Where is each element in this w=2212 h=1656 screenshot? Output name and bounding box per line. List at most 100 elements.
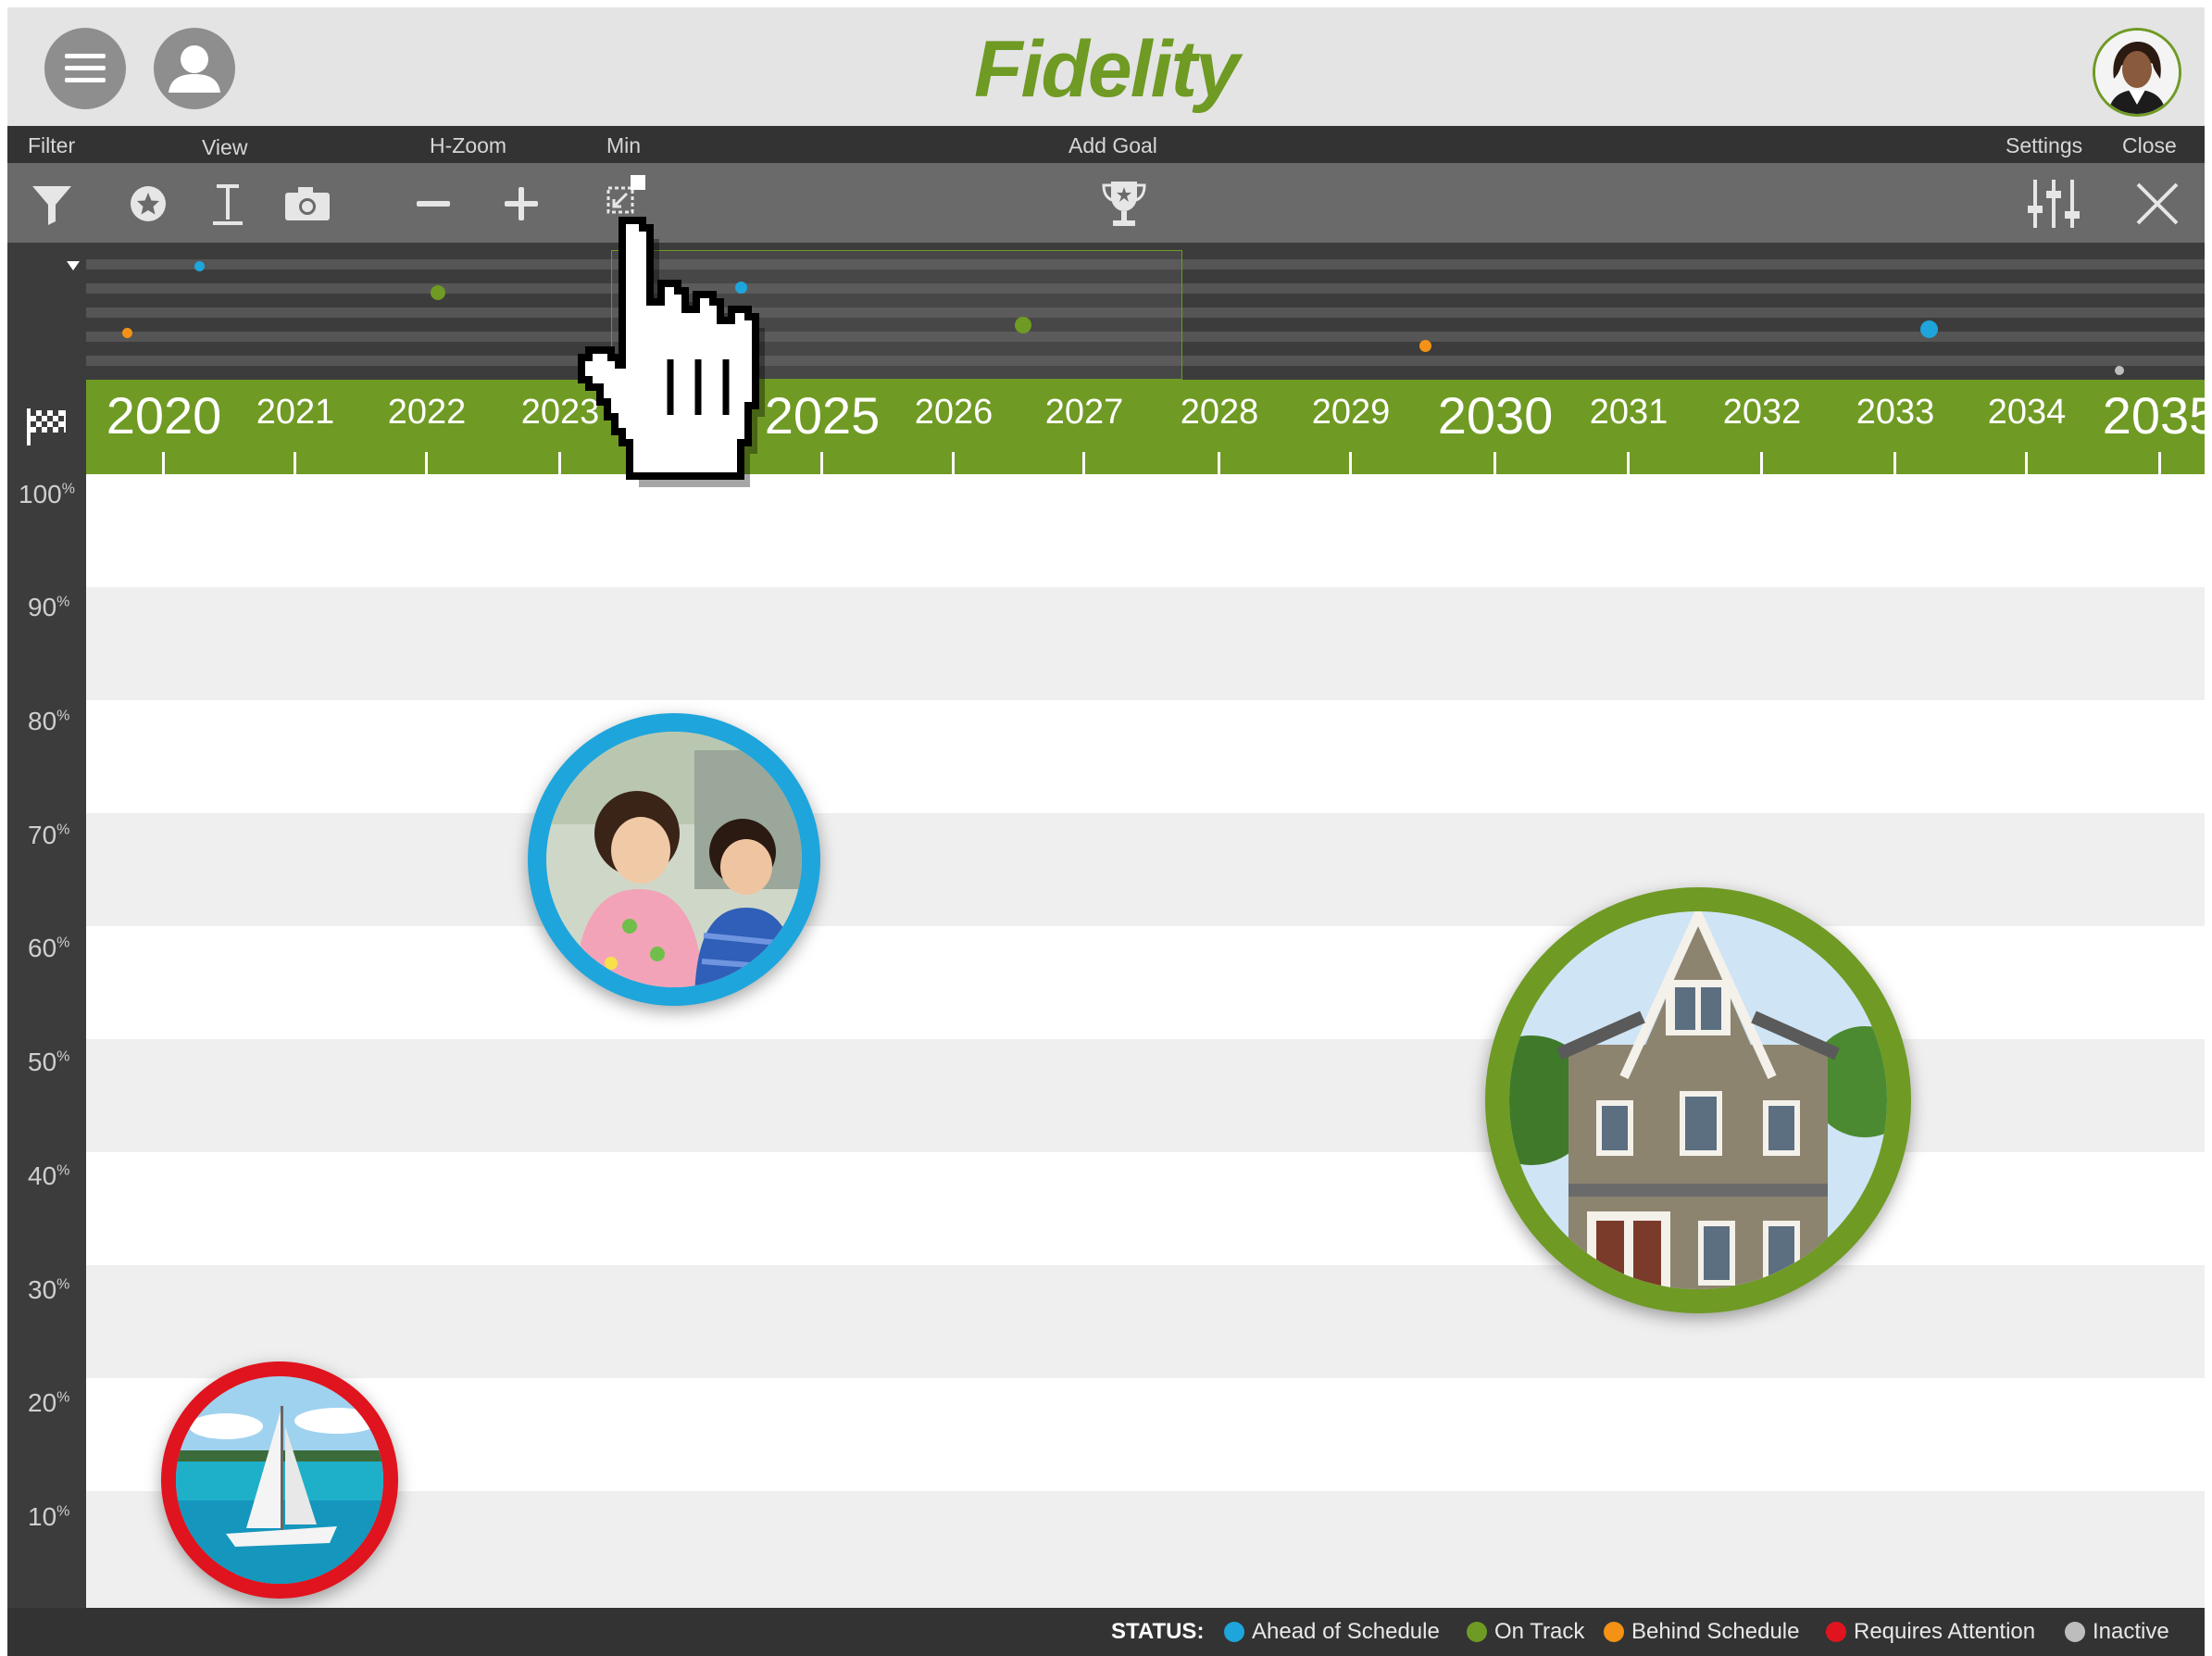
filter-label: Filter <box>28 133 76 157</box>
y-label-60: 60% <box>28 934 70 962</box>
overview-goal-dot <box>431 285 445 300</box>
hzoom-label: H-Zoom <box>430 133 507 157</box>
legend-label: Requires Attention <box>1854 1619 2036 1644</box>
year-label-2027: 2027 <box>1044 393 1124 432</box>
legend-item-on-track: On Track <box>1467 1619 1584 1645</box>
overview-goal-dot <box>2115 366 2124 375</box>
y-label-100: 100% <box>19 480 75 508</box>
year-label-2020: 2020 <box>106 386 222 445</box>
grid-band <box>86 474 2205 587</box>
y-label-50: 50% <box>28 1048 70 1076</box>
year-tick <box>2025 452 2028 474</box>
close-button[interactable] <box>2131 178 2183 230</box>
camera-icon <box>285 187 330 220</box>
grid-band <box>86 1491 2205 1608</box>
year-label-2026: 2026 <box>914 393 994 432</box>
year-tick <box>558 452 561 474</box>
view-text-button[interactable] <box>202 178 254 230</box>
timeline-year-axis[interactable]: 2020 2021 2022 2023 2024 2025 2026 2027 … <box>86 380 2205 474</box>
grid-band <box>86 1378 2205 1491</box>
view-photo-button[interactable] <box>281 178 333 230</box>
collapse-triangle-icon[interactable] <box>65 259 81 272</box>
settings-label: Settings <box>2006 133 2083 157</box>
year-label-2035: 2035 <box>2102 386 2205 445</box>
view-label: View <box>202 135 248 159</box>
year-label-2025: 2025 <box>764 386 881 445</box>
settings-button[interactable] <box>2024 178 2083 230</box>
year-tick <box>1627 452 1630 474</box>
minimize-icon <box>606 175 645 214</box>
view-favorites-button[interactable] <box>122 178 174 230</box>
overview-goal-dot <box>1920 320 1938 338</box>
finish-flag-cell[interactable] <box>7 380 86 474</box>
year-label-2034: 2034 <box>1987 393 2067 432</box>
y-label-70: 70% <box>28 821 70 849</box>
sailboat-photo <box>176 1376 383 1584</box>
legend-label: Behind Schedule <box>1631 1619 1800 1644</box>
grid-band <box>86 587 2205 700</box>
star-badge-icon <box>131 186 166 221</box>
legend-item-behind: Behind Schedule <box>1604 1619 1799 1645</box>
legend-item-inactive: Inactive <box>2065 1619 2169 1645</box>
y-label-30: 30% <box>28 1275 70 1304</box>
grid-band <box>86 813 2205 926</box>
trophy-icon <box>1102 182 1146 226</box>
year-label-2031: 2031 <box>1589 393 1668 432</box>
year-tick <box>1349 452 1352 474</box>
grid-band <box>86 700 2205 813</box>
legend-item-requires-attention: Requires Attention <box>1826 1619 2035 1645</box>
year-tick <box>1218 452 1220 474</box>
year-tick <box>1760 452 1763 474</box>
text-cursor-icon <box>213 184 243 225</box>
y-label-10: 10% <box>28 1502 70 1531</box>
timeline-overview[interactable] <box>7 243 2205 380</box>
status-legend-title: STATUS: <box>1111 1619 1205 1644</box>
overview-goal-dot <box>122 328 132 338</box>
year-label-2028: 2028 <box>1180 393 1259 432</box>
legend-label: On Track <box>1494 1619 1585 1644</box>
status-dot <box>1604 1622 1624 1642</box>
year-tick <box>425 452 428 474</box>
year-label-2029: 2029 <box>1311 393 1391 432</box>
sailboat-goal[interactable] <box>161 1361 398 1599</box>
y-label-20: 20% <box>28 1388 70 1417</box>
min-label: Min <box>606 133 642 157</box>
zoom-out-button[interactable] <box>407 178 459 230</box>
add-goal-button[interactable] <box>1098 178 1150 230</box>
y-label-40: 40% <box>28 1161 70 1190</box>
y-label-90: 90% <box>28 593 70 621</box>
close-icon <box>2136 182 2179 225</box>
zoom-in-button[interactable] <box>495 178 547 230</box>
close-label: Close <box>2122 133 2177 157</box>
legend-label: Inactive <box>2093 1619 2169 1644</box>
year-tick <box>2158 452 2161 474</box>
year-tick <box>1082 452 1085 474</box>
year-tick <box>952 452 955 474</box>
year-label-2032: 2032 <box>1722 393 1802 432</box>
app-header: Fidelity <box>7 7 2205 126</box>
status-dot <box>1826 1622 1846 1642</box>
house-goal[interactable] <box>1485 887 1911 1313</box>
fidelity-logo: Fidelity <box>973 25 1240 114</box>
year-tick <box>294 452 296 474</box>
children-photo <box>546 732 802 987</box>
year-tick <box>1893 452 1896 474</box>
overview-goal-dot <box>194 261 205 271</box>
filter-icon <box>32 186 71 225</box>
legend-item-ahead: Ahead of Schedule <box>1224 1619 1440 1645</box>
pointing-hand-cursor-icon <box>578 217 765 487</box>
children-goal[interactable] <box>528 713 820 1006</box>
minus-icon <box>417 201 450 207</box>
filter-button[interactable] <box>26 178 78 230</box>
year-tick <box>162 452 165 474</box>
year-tick <box>1493 452 1496 474</box>
year-label-2030: 2030 <box>1437 386 1554 445</box>
status-dot <box>1224 1622 1244 1642</box>
profile-avatar[interactable] <box>2093 28 2181 117</box>
year-tick <box>820 452 823 474</box>
percent-axis <box>7 474 86 1608</box>
plus-icon <box>505 187 538 220</box>
year-label-2021: 2021 <box>256 393 335 432</box>
sliders-icon <box>2028 180 2080 228</box>
app-frame: Fidelity Filter View H-Zoom Min Add Goal… <box>7 7 2205 1656</box>
